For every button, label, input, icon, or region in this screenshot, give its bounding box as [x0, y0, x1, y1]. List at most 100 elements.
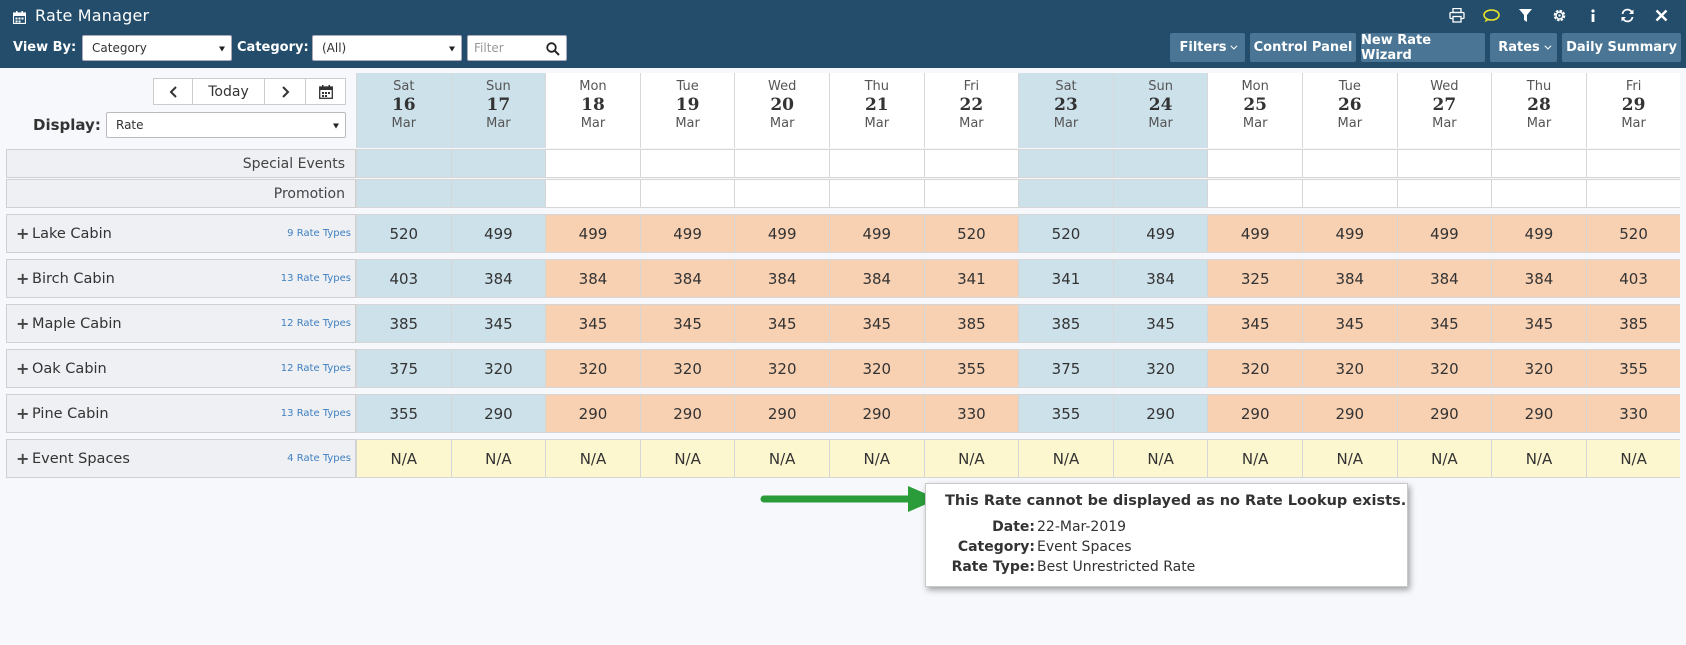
- rate-types-link[interactable]: 4 Rate Types: [287, 453, 351, 464]
- rate-cell[interactable]: 355: [1018, 394, 1113, 433]
- rate-cell[interactable]: 384: [545, 259, 640, 298]
- rate-cell[interactable]: 330: [1585, 394, 1681, 433]
- rate-cell[interactable]: 345: [545, 304, 640, 343]
- rate-cell[interactable]: 375: [356, 349, 451, 388]
- rate-cell[interactable]: 499: [1396, 214, 1492, 253]
- rate-cell[interactable]: 320: [1302, 349, 1397, 388]
- rate-cell[interactable]: N/A: [639, 439, 735, 478]
- info-cell[interactable]: [829, 179, 924, 208]
- rate-cell[interactable]: 345: [1491, 304, 1586, 343]
- info-cell[interactable]: [923, 179, 1019, 208]
- expand-plus-icon[interactable]: +: [16, 269, 29, 288]
- rate-cell[interactable]: 375: [1018, 349, 1113, 388]
- info-cell[interactable]: [923, 149, 1019, 178]
- new-rate-wizard-button[interactable]: New Rate Wizard: [1361, 33, 1485, 63]
- rate-cell[interactable]: 384: [1491, 259, 1586, 298]
- rate-cell[interactable]: 385: [1018, 304, 1113, 343]
- rate-cell[interactable]: 290: [639, 394, 735, 433]
- info-cell[interactable]: [1491, 179, 1586, 208]
- rate-cell[interactable]: 499: [450, 214, 546, 253]
- rate-cell[interactable]: N/A: [450, 439, 546, 478]
- rate-cell[interactable]: 345: [1112, 304, 1208, 343]
- info-cell[interactable]: [1585, 149, 1681, 178]
- rate-cell[interactable]: N/A: [923, 439, 1019, 478]
- rate-cell[interactable]: 325: [1207, 259, 1302, 298]
- rate-cell[interactable]: 320: [1112, 349, 1208, 388]
- rate-cell[interactable]: 345: [1207, 304, 1302, 343]
- rate-cell[interactable]: 355: [1585, 349, 1681, 388]
- info-cell[interactable]: [1018, 179, 1113, 208]
- rate-types-link[interactable]: 9 Rate Types: [287, 228, 351, 239]
- info-cell[interactable]: [1207, 179, 1302, 208]
- rates-button[interactable]: Rates: [1490, 33, 1557, 62]
- rate-types-link[interactable]: 13 Rate Types: [281, 408, 351, 419]
- info-cell[interactable]: [1112, 179, 1208, 208]
- rate-cell[interactable]: 384: [639, 259, 735, 298]
- chat-icon[interactable]: [1474, 0, 1508, 31]
- info-cell[interactable]: [545, 149, 640, 178]
- rate-cell[interactable]: 355: [356, 394, 451, 433]
- rate-cell[interactable]: N/A: [829, 439, 924, 478]
- rate-cell[interactable]: 385: [923, 304, 1019, 343]
- info-cell[interactable]: [450, 179, 546, 208]
- calendar-picker-button[interactable]: [306, 79, 345, 104]
- rate-cell[interactable]: N/A: [356, 439, 451, 478]
- expand-plus-icon[interactable]: +: [16, 224, 29, 243]
- rate-cell[interactable]: N/A: [1207, 439, 1302, 478]
- expand-plus-icon[interactable]: +: [16, 359, 29, 378]
- info-cell[interactable]: [734, 179, 829, 208]
- info-cell[interactable]: [734, 149, 829, 178]
- info-cell[interactable]: [1112, 149, 1208, 178]
- rate-cell[interactable]: 290: [734, 394, 829, 433]
- expand-plus-icon[interactable]: +: [16, 449, 29, 468]
- refresh-icon[interactable]: [1610, 0, 1644, 31]
- search-icon[interactable]: [546, 41, 560, 60]
- rate-cell[interactable]: 290: [1302, 394, 1397, 433]
- rate-cell[interactable]: 290: [829, 394, 924, 433]
- rate-cell[interactable]: 499: [1207, 214, 1302, 253]
- rate-cell[interactable]: N/A: [734, 439, 829, 478]
- today-button[interactable]: Today: [193, 79, 265, 104]
- rate-cell[interactable]: N/A: [1491, 439, 1586, 478]
- print-icon[interactable]: [1440, 0, 1474, 31]
- rate-cell[interactable]: 499: [545, 214, 640, 253]
- gear-icon[interactable]: [1542, 0, 1576, 31]
- expand-plus-icon[interactable]: +: [16, 314, 29, 333]
- rate-cell[interactable]: N/A: [1112, 439, 1208, 478]
- daily-summary-button[interactable]: Daily Summary: [1562, 33, 1681, 62]
- display-select[interactable]: Rate: [106, 112, 346, 138]
- filter-field[interactable]: [467, 35, 567, 61]
- rate-cell[interactable]: 384: [1302, 259, 1397, 298]
- rate-cell[interactable]: 345: [1302, 304, 1397, 343]
- rate-types-link[interactable]: 12 Rate Types: [281, 363, 351, 374]
- rate-cell[interactable]: 320: [545, 349, 640, 388]
- rate-cell[interactable]: 499: [1302, 214, 1397, 253]
- filter-input[interactable]: [468, 36, 538, 60]
- rate-cell[interactable]: 320: [1491, 349, 1586, 388]
- rate-cell[interactable]: 403: [356, 259, 451, 298]
- control-panel-button[interactable]: Control Panel: [1250, 33, 1356, 62]
- rate-cell[interactable]: 520: [1018, 214, 1113, 253]
- rate-cell[interactable]: 341: [923, 259, 1019, 298]
- rate-cell[interactable]: 520: [1585, 214, 1681, 253]
- rate-cell[interactable]: 345: [639, 304, 735, 343]
- info-cell[interactable]: [1207, 149, 1302, 178]
- rate-cell[interactable]: 499: [639, 214, 735, 253]
- rate-cell[interactable]: 384: [734, 259, 829, 298]
- rate-cell[interactable]: 290: [545, 394, 640, 433]
- rate-cell[interactable]: 355: [923, 349, 1019, 388]
- rate-cell[interactable]: 384: [1396, 259, 1492, 298]
- info-cell[interactable]: [639, 179, 735, 208]
- rate-cell[interactable]: 520: [923, 214, 1019, 253]
- rate-cell[interactable]: 341: [1018, 259, 1113, 298]
- info-cell[interactable]: [356, 149, 451, 178]
- info-icon[interactable]: [1576, 0, 1610, 31]
- rate-cell[interactable]: N/A: [1302, 439, 1397, 478]
- info-cell[interactable]: [639, 149, 735, 178]
- rate-cell[interactable]: 320: [639, 349, 735, 388]
- info-cell[interactable]: [450, 149, 546, 178]
- rate-cell[interactable]: 345: [1396, 304, 1492, 343]
- info-cell[interactable]: [1302, 149, 1397, 178]
- close-icon[interactable]: [1644, 0, 1678, 31]
- rate-cell[interactable]: 290: [1396, 394, 1492, 433]
